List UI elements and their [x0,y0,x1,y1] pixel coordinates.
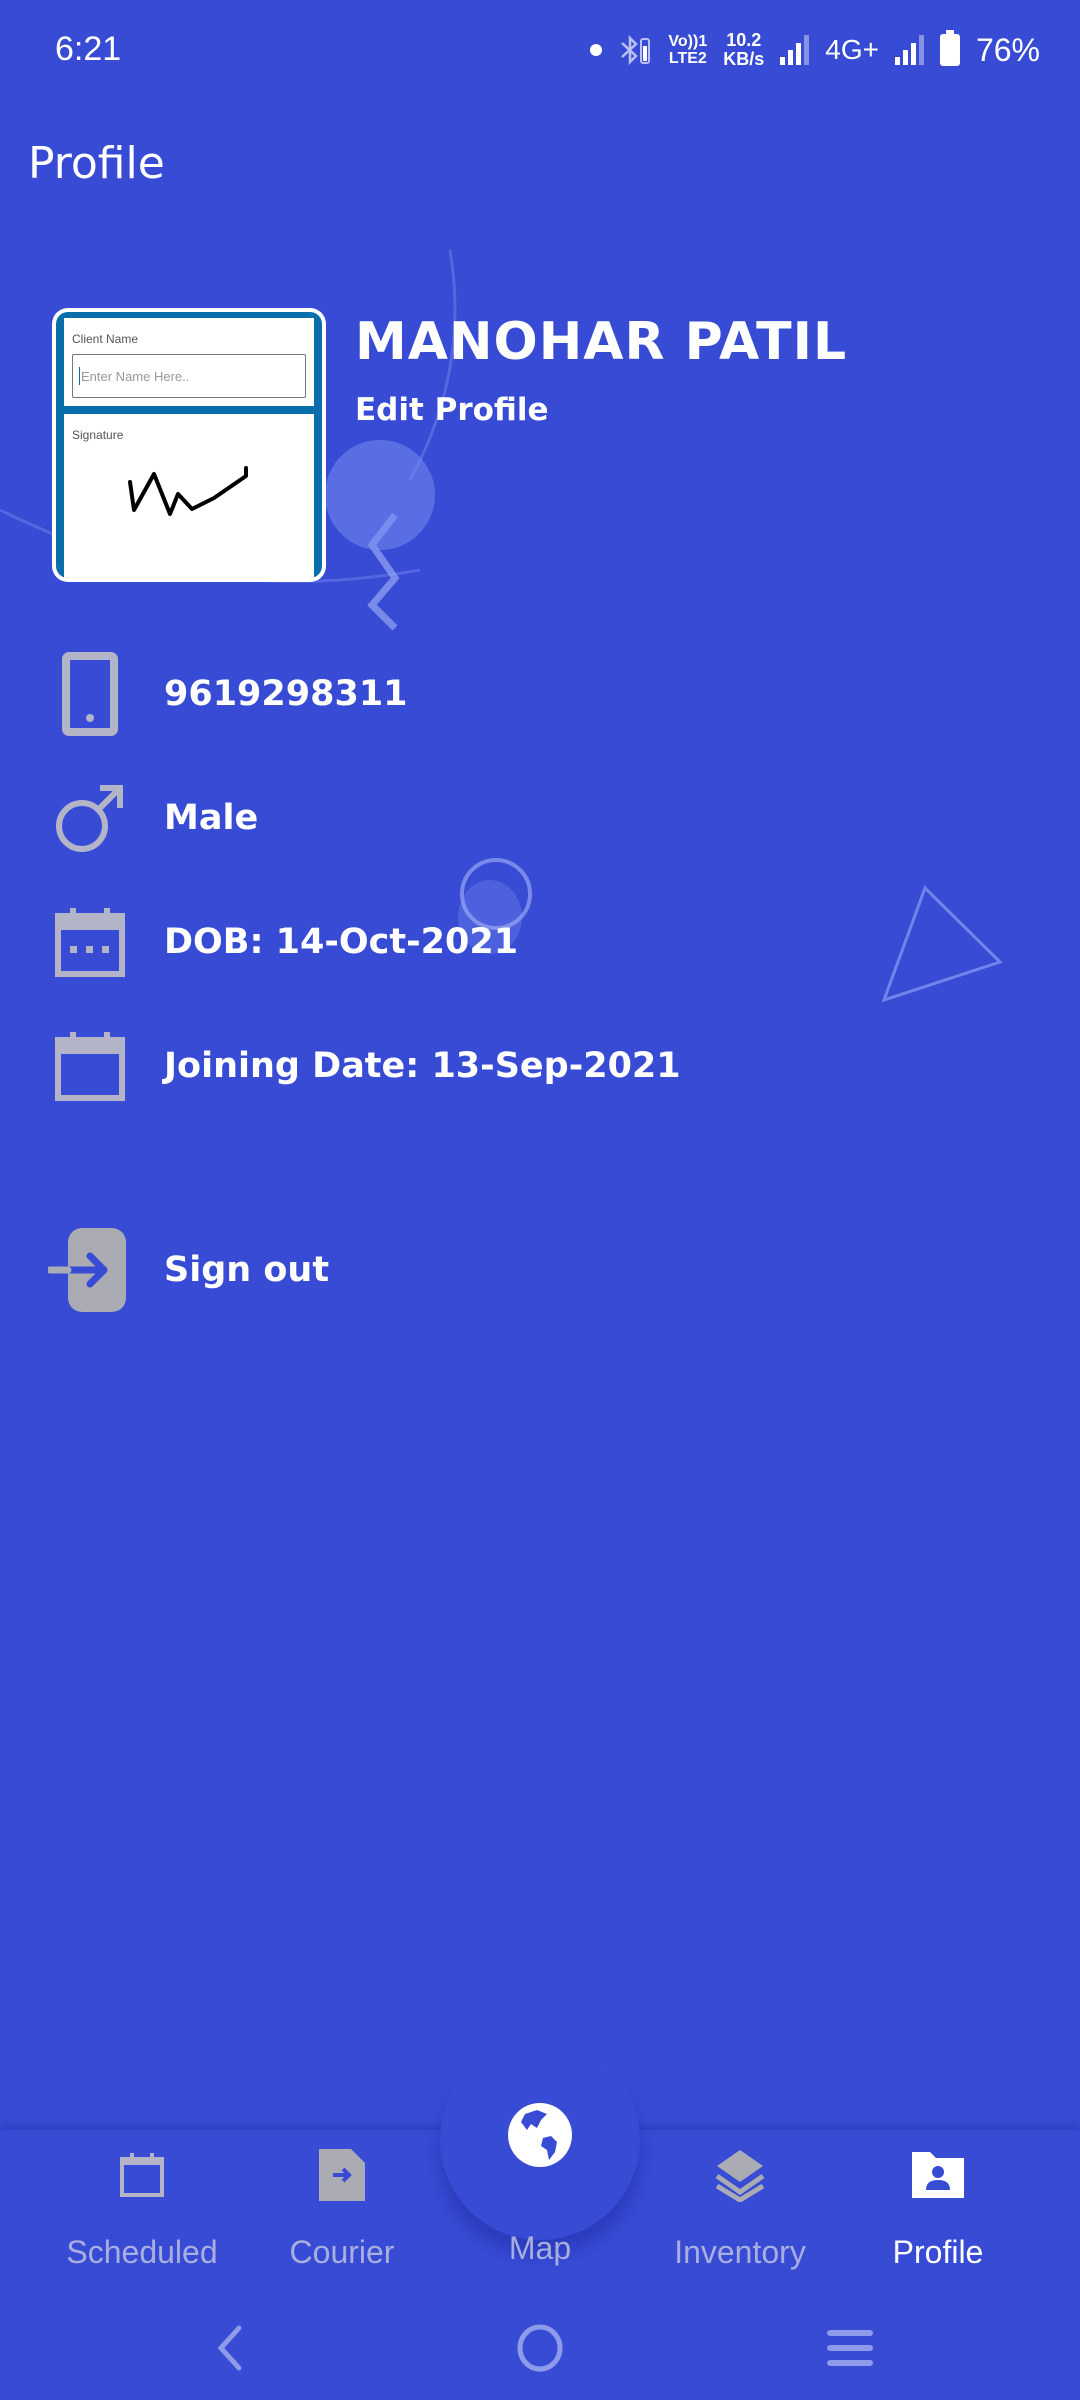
back-icon [217,2325,242,2371]
bluetooth-icon [621,34,651,66]
nav-item-map[interactable] [460,2055,620,2215]
layers-icon [715,2140,765,2210]
volte-indicator: Vo))1 LTE2 [668,33,708,67]
client-name-label: Client Name [72,332,139,346]
nav-item-courier[interactable]: Courier [242,2140,442,2271]
client-name-section: Client Name Enter Name Here.. [64,318,314,406]
dob-value: DOB: 14-Oct-2021 [164,922,519,962]
status-icons: Vo))1 LTE2 10.2 KB/s 4G+ 76% [590,28,1040,72]
globe-icon [508,2103,572,2167]
nav-item-scheduled[interactable]: Scheduled [42,2140,242,2271]
system-recents-button[interactable] [810,2318,890,2378]
gender-row: Male [48,776,258,860]
client-name-input: Enter Name Here.. [72,354,306,398]
user-name: MANOHAR PATIL [355,312,848,372]
signal-1-icon [780,35,810,65]
joining-date-value: Joining Date: 13-Sep-2021 [164,1046,681,1086]
page-title: Profile [28,138,165,189]
sign-out-label: Sign out [164,1250,330,1290]
signature-label: Signature [72,428,124,442]
sign-out-icon [48,1228,132,1312]
calendar-icon [48,1024,132,1108]
signal-2-icon [894,35,924,65]
status-time: 6:21 [55,30,122,68]
home-icon [517,2324,563,2372]
edit-profile-link[interactable]: Edit Profile [355,392,549,428]
gender-value: Male [164,798,259,838]
battery-icon [939,30,960,66]
network-speed: 10.2 KB/s [723,30,765,69]
signature-drawing [128,466,248,516]
dob-row: DOB: 14-Oct-2021 [48,900,518,984]
sign-out-button[interactable]: Sign out [48,1228,329,1312]
phone-icon [48,652,132,736]
nav-item-profile[interactable]: Profile [838,2140,1038,2271]
profile-folder-icon [912,2140,964,2210]
phone-number: 9619298311 [164,674,408,714]
network-type: 4G+ [825,34,879,65]
calendar-icon [48,900,132,984]
battery-percent: 76% [975,31,1040,68]
profile-image[interactable]: Client Name Enter Name Here.. Signature [52,308,326,582]
nav-item-inventory[interactable]: Inventory [640,2140,840,2271]
nav-label-map: Map [508,2230,572,2266]
menu-icon [827,2330,873,2366]
system-home-button[interactable] [500,2318,580,2378]
system-back-button[interactable] [190,2318,270,2378]
joining-date-row: Joining Date: 13-Sep-2021 [48,1024,681,1108]
calendar-icon [119,2140,165,2210]
decor-circle [325,440,435,550]
file-arrow-icon [319,2140,365,2210]
phone-row: 9619298311 [48,652,408,736]
signature-section: Signature [64,414,314,578]
notification-dot-icon [590,44,603,56]
male-icon [48,776,132,860]
